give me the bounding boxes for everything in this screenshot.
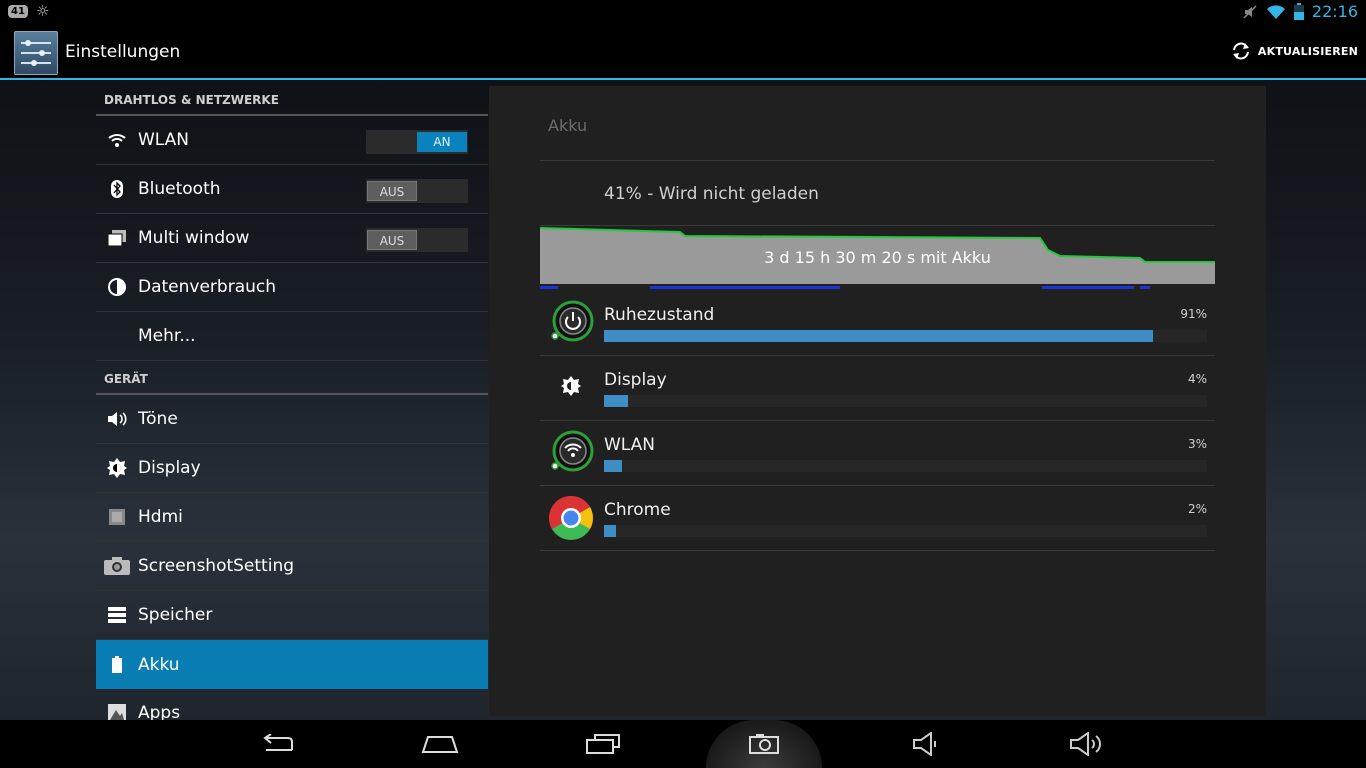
graph-label: 3 d 15 h 30 m 20 s mit Akku — [764, 248, 991, 267]
home-icon[interactable] — [410, 728, 470, 760]
multi-window-toggle[interactable]: AUS — [366, 228, 468, 252]
sidebar-item-label: Mehr... — [138, 326, 196, 346]
usage-list: Ruhezustand 91% Display 4% WLAN 3% Chrom… — [540, 291, 1215, 551]
battery-status: 41% - Wird nicht geladen — [604, 184, 819, 204]
sidebar-item-label: Akku — [138, 654, 180, 675]
display-icon — [548, 365, 594, 411]
section-header-wireless: DRAHTLOS & NETZWERKE — [96, 82, 488, 116]
usage-percent: 4% — [1187, 372, 1207, 386]
wifi-icon — [96, 132, 138, 148]
brightness-icon: ☼ — [35, 2, 50, 20]
sidebar-item-apps[interactable]: Apps — [96, 689, 488, 720]
settings-list: DRAHTLOS & NETZWERKE WLAN AN Bluetooth A… — [96, 82, 488, 720]
sidebar-item-data-usage[interactable]: Datenverbrauch — [96, 263, 488, 312]
sidebar-item-label: Display — [138, 458, 201, 478]
apps-icon — [96, 704, 138, 720]
storage-icon — [96, 607, 138, 623]
usage-row-chrome[interactable]: Chrome 2% — [540, 486, 1215, 551]
usage-percent: 2% — [1187, 502, 1207, 516]
usage-percent: 91% — [1180, 307, 1207, 321]
battery-icon — [1293, 3, 1304, 20]
data-usage-icon — [96, 278, 138, 296]
volume-down-icon[interactable] — [896, 728, 956, 760]
sidebar-item-sound[interactable]: Töne — [96, 395, 488, 444]
multi-window-icon — [96, 230, 138, 246]
battery-icon — [96, 656, 138, 673]
wifi-icon — [548, 430, 594, 476]
usage-bar — [604, 330, 1207, 342]
usage-name: Ruhezustand — [604, 305, 715, 325]
usage-bar — [604, 395, 1207, 407]
sidebar-item-more[interactable]: Mehr... — [96, 312, 488, 361]
notification-badge-icon[interactable]: 41 — [8, 4, 28, 18]
bluetooth-toggle[interactable]: AUS — [366, 179, 468, 203]
sidebar-item-storage[interactable]: Speicher — [96, 591, 488, 640]
camera-icon — [96, 557, 138, 575]
sidebar-item-screenshot-setting[interactable]: ScreenshotSetting — [96, 542, 488, 591]
screenshot-icon[interactable] — [734, 728, 794, 760]
refresh-label: AKTUALISIEREN — [1257, 44, 1358, 58]
usage-percent: 3% — [1187, 437, 1207, 451]
battery-history-graph[interactable]: 3 d 15 h 30 m 20 s mit Akku — [539, 226, 1215, 290]
sidebar-item-battery[interactable]: Akku — [96, 640, 488, 689]
usage-bar-fill — [604, 460, 623, 472]
battery-panel: Akku 41% - Wird nicht geladen 3 d 15 h 3… — [489, 86, 1266, 716]
usage-name: Display — [604, 370, 667, 390]
clock: 22:16 — [1311, 2, 1358, 21]
sidebar-item-hdmi[interactable]: Hdmi — [96, 493, 488, 542]
back-icon[interactable] — [248, 728, 308, 760]
refresh-icon — [1232, 42, 1249, 60]
sidebar-item-label: ScreenshotSetting — [138, 556, 295, 576]
sidebar-item-wlan[interactable]: WLAN AN — [96, 116, 488, 165]
usage-bar-fill — [604, 330, 1153, 342]
usage-bar — [604, 460, 1207, 472]
usage-bar-fill — [604, 525, 617, 537]
recents-icon[interactable] — [573, 728, 633, 760]
sidebar-item-label: Speicher — [138, 605, 213, 625]
hdmi-icon — [96, 509, 138, 525]
sidebar-item-label: Datenverbrauch — [138, 277, 277, 297]
power-icon — [548, 300, 594, 346]
usage-row-wlan[interactable]: WLAN 3% — [540, 421, 1215, 486]
sidebar-item-multi-window[interactable]: Multi window AUS — [96, 214, 488, 263]
navigation-bar — [0, 720, 1366, 768]
sidebar-item-label: WLAN — [138, 130, 190, 150]
wlan-toggle[interactable]: AN — [366, 130, 468, 154]
sound-icon — [96, 410, 138, 428]
toggle-state: AUS — [367, 230, 417, 250]
toggle-state: AN — [417, 132, 467, 152]
display-icon — [96, 458, 138, 478]
toggle-state: AUS — [367, 181, 417, 201]
usage-row-display[interactable]: Display 4% — [540, 356, 1215, 421]
usage-bar — [604, 525, 1207, 537]
divider — [540, 160, 1215, 161]
section-header-device: GERÄT — [96, 361, 488, 395]
settings-app-icon[interactable] — [14, 31, 58, 75]
mute-icon — [1243, 4, 1257, 19]
refresh-button[interactable]: AKTUALISIEREN — [1230, 40, 1358, 62]
sidebar-item-label: Bluetooth — [138, 179, 221, 199]
usage-name: Chrome — [604, 500, 671, 520]
chrome-icon — [548, 495, 594, 541]
wifi-icon — [1266, 4, 1285, 19]
volume-up-icon[interactable] — [1056, 728, 1116, 760]
panel-title: Akku — [548, 116, 588, 135]
sidebar-item-label: Apps — [138, 703, 181, 720]
usage-name: WLAN — [604, 435, 656, 455]
sidebar-item-label: Töne — [138, 409, 178, 429]
status-bar: 41 ☼ 22:16 — [0, 0, 1366, 24]
sidebar-item-bluetooth[interactable]: Bluetooth AUS — [96, 165, 488, 214]
sidebar-item-label: Multi window — [138, 228, 250, 248]
bluetooth-icon — [96, 180, 138, 198]
page-title: Einstellungen — [65, 42, 181, 62]
usage-bar-fill — [604, 395, 629, 407]
sidebar-item-display[interactable]: Display — [96, 444, 488, 493]
sidebar-item-label: Hdmi — [138, 507, 183, 527]
action-bar: Einstellungen AKTUALISIEREN — [0, 24, 1366, 80]
usage-row-ruhezustand[interactable]: Ruhezustand 91% — [540, 291, 1215, 356]
